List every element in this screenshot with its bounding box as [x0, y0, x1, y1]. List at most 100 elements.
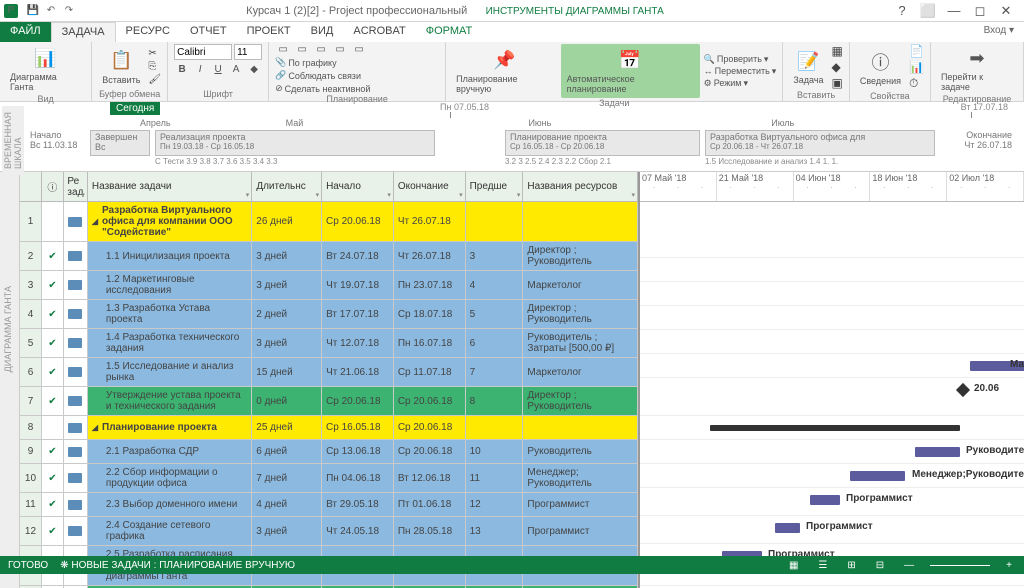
- table-row[interactable]: 11✔2.3 Выбор доменного имени4 днейВт 29.…: [20, 493, 638, 517]
- col-start[interactable]: Начало▾: [322, 172, 394, 201]
- details-icon[interactable]: 📊: [909, 60, 924, 74]
- save-icon[interactable]: 💾: [26, 4, 40, 18]
- copy-icon[interactable]: ⎘: [148, 61, 161, 72]
- view-network-icon[interactable]: ⊟: [872, 560, 888, 571]
- minimize-icon[interactable]: —: [942, 3, 966, 19]
- task-table: ⓘ Ре зад▾ Название задачи▾ Длительнс▾ На…: [20, 172, 640, 588]
- paste-button[interactable]: 📋 Вставить: [98, 47, 144, 87]
- mode-icon: [68, 338, 82, 348]
- font-size-input[interactable]: [234, 44, 262, 60]
- close-icon[interactable]: ✕: [994, 3, 1018, 19]
- inspect-button[interactable]: 🔍 Проверить ▾: [704, 54, 777, 65]
- ribbon: 📊 Диаграмма Ганта Вид 📋 Вставить ✂ ⎘ 🖌 Б…: [0, 42, 1024, 102]
- table-row[interactable]: 3✔1.2 Маркетинговые исследования3 днейЧт…: [20, 271, 638, 300]
- tab-file[interactable]: ФАЙЛ: [0, 22, 51, 42]
- col-info[interactable]: ⓘ: [42, 172, 64, 201]
- mode-icon: [68, 473, 82, 483]
- gantt-bar[interactable]: [775, 523, 800, 533]
- view-gantt-icon[interactable]: ☰: [814, 560, 831, 571]
- tab-report[interactable]: ОТЧЕТ: [180, 22, 237, 42]
- deliverable-icon[interactable]: ▣: [832, 76, 843, 90]
- col-res[interactable]: Названия ресурсов▾: [523, 172, 638, 201]
- timeline-add-icon[interactable]: ⏱: [909, 76, 924, 91]
- table-row[interactable]: 2✔1.1 Иницилизация проекта3 днейВт 24.07…: [20, 242, 638, 271]
- help-icon[interactable]: ?: [890, 3, 914, 19]
- maximize-icon[interactable]: ◻: [968, 3, 992, 19]
- font-color-icon[interactable]: A: [228, 64, 244, 75]
- timeline-bar[interactable]: Реализация проектаПн 19.03.18 - Ср 16.05…: [155, 130, 435, 156]
- scroll-to-task-button[interactable]: ➡ Перейти к задаче: [937, 44, 1017, 94]
- check-icon: ✔: [42, 242, 64, 270]
- table-row[interactable]: 4✔1.3 Разработка Устава проекта2 днейВт …: [20, 300, 638, 329]
- pct0-icon[interactable]: ▭: [275, 44, 291, 55]
- deactivate-icon[interactable]: ⊘: [275, 83, 283, 94]
- pct75-icon[interactable]: ▭: [332, 44, 348, 55]
- table-row[interactable]: 5✔1.4 Разработка технического задания3 д…: [20, 329, 638, 358]
- manual-schedule-button[interactable]: 📌 Планирование вручную: [452, 46, 557, 96]
- move-button[interactable]: ↔ Переместить ▾: [704, 66, 777, 77]
- bold-icon[interactable]: B: [174, 64, 190, 75]
- table-row[interactable]: 12✔2.4 Создание сетевого графика3 днейЧт…: [20, 517, 638, 546]
- notes-icon[interactable]: 📄: [909, 44, 924, 58]
- tab-view[interactable]: ВИД: [301, 22, 344, 42]
- pct25-icon[interactable]: ▭: [294, 44, 310, 55]
- fill-color-icon[interactable]: ◆: [246, 64, 262, 75]
- view-normal-icon[interactable]: ▦: [785, 560, 802, 571]
- table-row[interactable]: 6✔1.5 Исследование и анализ рынка15 дней…: [20, 358, 638, 387]
- tab-project[interactable]: ПРОЕКТ: [237, 22, 301, 42]
- table-row[interactable]: 7✔Утверждение устава проекта и техническ…: [20, 387, 638, 416]
- timeline-bar[interactable]: ЗавершенВс: [90, 130, 150, 156]
- gantt-date-col: 18 Июн '18···: [870, 172, 947, 201]
- status-mode[interactable]: ❋ НОВЫЕ ЗАДАЧИ : ПЛАНИРОВАНИЕ ВРУЧНУЮ: [60, 560, 295, 571]
- zoom-slider[interactable]: [930, 565, 990, 566]
- mode-button[interactable]: ⚙ Режим ▾: [704, 78, 777, 89]
- tab-acrobat[interactable]: ACROBAT: [343, 22, 415, 42]
- zoom-out-icon[interactable]: —: [900, 560, 918, 571]
- timeline-panel: ВРЕМЕННАЯ ШКАЛА Пн 07.05.18 Вт 17.07.18 …: [0, 102, 1024, 172]
- view-calendar-icon[interactable]: ⊞: [843, 560, 859, 571]
- milestone-icon[interactable]: ◆: [832, 60, 843, 74]
- summary-bar[interactable]: [710, 425, 960, 431]
- summary-icon[interactable]: ▦: [832, 44, 843, 58]
- col-name[interactable]: Название задачи▾: [88, 172, 252, 201]
- tab-task[interactable]: ЗАДАЧА: [51, 22, 116, 42]
- format-painter-icon[interactable]: 🖌: [148, 74, 161, 85]
- ribbon-toggle-icon[interactable]: ⬜: [916, 3, 940, 19]
- pct100-icon[interactable]: ▭: [351, 44, 367, 55]
- table-row[interactable]: 8◢Планирование проекта25 днейСр 16.05.18…: [20, 416, 638, 440]
- col-end[interactable]: Окончание▾: [394, 172, 466, 201]
- gantt-bar[interactable]: [915, 447, 960, 457]
- gantt-bar[interactable]: [850, 471, 905, 481]
- zoom-in-icon[interactable]: +: [1002, 560, 1016, 571]
- table-row[interactable]: 9✔2.1 Разработка СДР6 днейСр 13.06.18Ср …: [20, 440, 638, 464]
- underline-icon[interactable]: U: [210, 64, 226, 75]
- information-button[interactable]: ⓘ Сведения: [856, 48, 905, 88]
- redo-icon[interactable]: ↷: [62, 4, 76, 18]
- task-insert-button[interactable]: 📝 Задача: [789, 47, 827, 87]
- font-name-input[interactable]: [174, 44, 232, 60]
- col-mode[interactable]: Ре зад▾: [64, 172, 88, 201]
- gantt-view-button[interactable]: 📊 Диаграмма Ганта: [6, 44, 85, 94]
- mark-ontrack-icon[interactable]: 📎: [275, 57, 286, 68]
- table-row[interactable]: 10✔2.2 Сбор информации о продукции офиса…: [20, 464, 638, 493]
- milestone-icon[interactable]: [956, 383, 970, 397]
- cut-icon[interactable]: ✂: [148, 48, 161, 59]
- gantt-bar[interactable]: [810, 495, 840, 505]
- col-duration[interactable]: Длительнс▾: [252, 172, 322, 201]
- col-pred[interactable]: Предше▾: [466, 172, 524, 201]
- timeline-bar[interactable]: Разработка Виртуального офиса дляСр 20.0…: [705, 130, 935, 156]
- timeline-bar[interactable]: Планирование проектаСр 16.05.18 - Ср 20.…: [505, 130, 700, 156]
- table-row[interactable]: 1◢Разработка Виртуального офиса для комп…: [20, 202, 638, 242]
- respect-links-icon[interactable]: 🔗: [275, 70, 286, 81]
- login-link[interactable]: Вход ▾: [974, 22, 1024, 42]
- pct50-icon[interactable]: ▭: [313, 44, 329, 55]
- auto-schedule-button[interactable]: 📅 Автоматическое планирование: [561, 44, 700, 98]
- mode-icon: [68, 280, 82, 290]
- undo-icon[interactable]: ↶: [44, 4, 58, 18]
- tab-resource[interactable]: РЕСУРС: [116, 22, 180, 42]
- italic-icon[interactable]: I: [192, 64, 208, 75]
- check-icon: [42, 416, 64, 439]
- gantt-chart[interactable]: 07 Май '18···21 Май '18···04 Июн '18···1…: [640, 172, 1024, 588]
- col-id[interactable]: [20, 172, 42, 201]
- tab-format[interactable]: ФОРМАТ: [416, 22, 483, 42]
